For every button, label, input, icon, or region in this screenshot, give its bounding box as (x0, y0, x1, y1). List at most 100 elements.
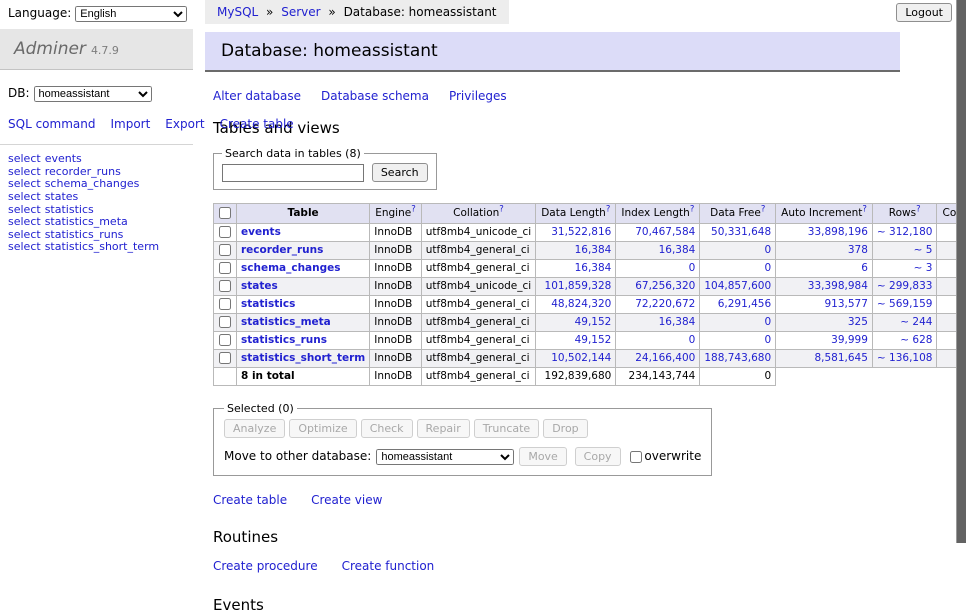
row-checkbox[interactable] (219, 262, 231, 274)
sidebar-table-link[interactable]: statistics (45, 203, 94, 216)
sidebar-link-export[interactable]: Export (165, 117, 204, 131)
data-length-cell[interactable]: 49,152 (536, 332, 616, 350)
row-checkbox[interactable] (219, 244, 231, 256)
repair-button[interactable]: Repair (417, 419, 470, 438)
row-checkbox[interactable] (219, 298, 231, 310)
sidebar-select-link[interactable]: select (8, 203, 41, 216)
data-length-cell[interactable]: 16,384 (536, 242, 616, 260)
sidebar-select-link[interactable]: select (8, 215, 41, 228)
link-create-procedure[interactable]: Create procedure (213, 559, 318, 573)
auto-increment-cell[interactable]: 378 (776, 242, 873, 260)
rows-count-cell[interactable]: ~ 628 (872, 332, 937, 350)
vertical-scrollbar[interactable] (956, 0, 966, 543)
data-length-cell[interactable]: 48,824,320 (536, 296, 616, 314)
data-length-cell[interactable]: 16,384 (536, 260, 616, 278)
overwrite-checkbox[interactable] (630, 451, 642, 463)
data-length-cell[interactable]: 31,522,816 (536, 224, 616, 242)
sidebar-select-link[interactable]: select (8, 190, 41, 203)
table-name-link[interactable]: statistics_meta (241, 316, 331, 328)
index-length-cell[interactable]: 72,220,672 (616, 296, 700, 314)
index-length-cell[interactable]: 16,384 (616, 314, 700, 332)
sidebar-table-link[interactable]: statistics_short_term (45, 240, 159, 253)
table-name-link[interactable]: events (241, 226, 281, 238)
sidebar-select-link[interactable]: select (8, 228, 41, 241)
sidebar-table-link[interactable]: schema_changes (45, 177, 140, 190)
data-length-cell[interactable]: 101,859,328 (536, 278, 616, 296)
rows-count-cell[interactable]: ~ 136,108 (872, 350, 937, 368)
column-help-link[interactable]: ? (916, 205, 921, 215)
copy-button[interactable]: Copy (575, 447, 621, 466)
auto-increment-cell[interactable]: 33,898,196 (776, 224, 873, 242)
sidebar-link-create-table[interactable]: Create table (220, 117, 294, 131)
sidebar-link-import[interactable]: Import (110, 117, 150, 131)
column-help-link[interactable]: ? (761, 205, 766, 215)
link-create-table[interactable]: Create table (213, 493, 287, 507)
row-checkbox[interactable] (219, 352, 231, 364)
breadcrumb-server-link[interactable]: Server (281, 5, 320, 19)
sidebar-select-link[interactable]: select (8, 165, 41, 178)
search-input[interactable] (222, 164, 364, 182)
rows-count-cell[interactable]: ~ 299,833 (872, 278, 937, 296)
rows-count-cell[interactable]: ~ 3 (872, 260, 937, 278)
rows-count-cell[interactable]: ~ 244 (872, 314, 937, 332)
auto-increment-cell[interactable]: 325 (776, 314, 873, 332)
move-button[interactable]: Move (519, 447, 567, 466)
search-button[interactable]: Search (372, 163, 428, 182)
index-length-cell[interactable]: 0 (616, 260, 700, 278)
row-checkbox[interactable] (219, 334, 231, 346)
rows-count-cell[interactable]: ~ 569,159 (872, 296, 937, 314)
sidebar-select-link[interactable]: select (8, 152, 41, 165)
data-length-cell[interactable]: 49,152 (536, 314, 616, 332)
auto-increment-cell[interactable]: 913,577 (776, 296, 873, 314)
auto-increment-cell[interactable]: 8,581,645 (776, 350, 873, 368)
check-button[interactable]: Check (361, 419, 413, 438)
analyze-button[interactable]: Analyze (224, 419, 285, 438)
data-length-cell[interactable]: 10,502,144 (536, 350, 616, 368)
rows-count-cell[interactable]: ~ 312,180 (872, 224, 937, 242)
table-name-link[interactable]: recorder_runs (241, 244, 323, 256)
table-name-link[interactable]: schema_changes (241, 262, 341, 274)
link-create-function[interactable]: Create function (342, 559, 435, 573)
sidebar-select-link[interactable]: select (8, 240, 41, 253)
move-database-select[interactable]: homeassistant (376, 449, 514, 465)
db-link-privileges[interactable]: Privileges (449, 89, 507, 103)
index-length-cell[interactable]: 24,166,400 (616, 350, 700, 368)
db-link-database-schema[interactable]: Database schema (321, 89, 429, 103)
language-select[interactable]: English (75, 6, 187, 22)
app-name[interactable]: Adminer (14, 39, 86, 59)
sidebar-table-link[interactable]: statistics_runs (45, 228, 124, 241)
auto-increment-cell[interactable]: 6 (776, 260, 873, 278)
index-length-cell[interactable]: 67,256,320 (616, 278, 700, 296)
column-help-link[interactable]: ? (411, 205, 416, 215)
table-name-link[interactable]: statistics_short_term (241, 352, 365, 364)
select-all-checkbox[interactable] (219, 207, 231, 219)
drop-button[interactable]: Drop (543, 419, 587, 438)
sidebar-table-link[interactable]: recorder_runs (45, 165, 121, 178)
column-help-link[interactable]: ? (606, 205, 611, 215)
sidebar-table-link[interactable]: states (45, 190, 79, 203)
table-name-link[interactable]: statistics (241, 298, 295, 310)
column-help-link[interactable]: ? (862, 205, 867, 215)
sidebar-table-link[interactable]: events (45, 152, 82, 165)
row-checkbox[interactable] (219, 316, 231, 328)
column-help-link[interactable]: ? (690, 205, 695, 215)
index-length-cell[interactable]: 70,467,584 (616, 224, 700, 242)
sidebar-select-link[interactable]: select (8, 177, 41, 190)
row-checkbox[interactable] (219, 226, 231, 238)
link-create-view[interactable]: Create view (311, 493, 382, 507)
breadcrumb-mysql-link[interactable]: MySQL (217, 5, 258, 19)
db-select[interactable]: homeassistant (34, 86, 152, 102)
sidebar-link-sql-command[interactable]: SQL command (8, 117, 95, 131)
auto-increment-cell[interactable]: 33,398,984 (776, 278, 873, 296)
logout-button[interactable]: Logout (896, 3, 952, 22)
sidebar-table-link[interactable]: statistics_meta (45, 215, 128, 228)
truncate-button[interactable]: Truncate (474, 419, 539, 438)
index-length-cell[interactable]: 0 (616, 332, 700, 350)
optimize-button[interactable]: Optimize (289, 419, 356, 438)
auto-increment-cell[interactable]: 39,999 (776, 332, 873, 350)
db-link-alter-database[interactable]: Alter database (213, 89, 301, 103)
table-name-link[interactable]: statistics_runs (241, 334, 327, 346)
table-name-link[interactable]: states (241, 280, 278, 292)
row-checkbox[interactable] (219, 280, 231, 292)
rows-count-cell[interactable]: ~ 5 (872, 242, 937, 260)
